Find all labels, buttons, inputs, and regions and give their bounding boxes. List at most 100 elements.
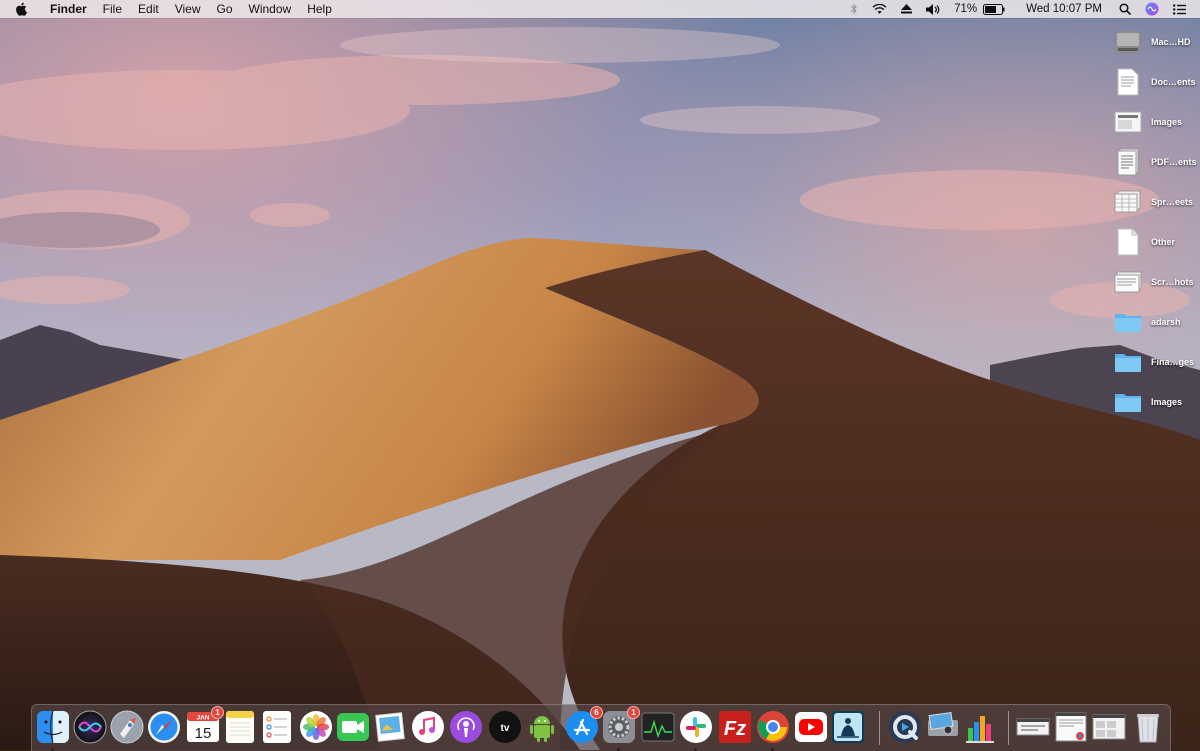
music-note-icon	[412, 711, 444, 743]
desktop-item-spreadsheets[interactable]: Spr…eets	[1108, 184, 1200, 220]
dock-music[interactable]	[411, 710, 445, 744]
dock-youtube[interactable]	[794, 710, 828, 744]
menu-edit[interactable]: Edit	[130, 0, 167, 18]
quicktime-icon	[889, 711, 921, 743]
svg-text:Fz: Fz	[724, 718, 746, 740]
calendar-day: 15	[195, 725, 212, 742]
facetime-camera-icon	[337, 713, 369, 741]
battery-icon[interactable]	[983, 3, 1005, 15]
numbers-chart-icon	[966, 716, 994, 743]
apple-menu-icon[interactable]	[0, 2, 42, 16]
desktop-item-label: Images	[1151, 397, 1183, 407]
svg-text:tv: tv	[501, 723, 510, 734]
dock-numbers[interactable]	[963, 710, 997, 744]
dock-minimized-window-3[interactable]	[1092, 710, 1126, 744]
safari-compass-icon	[148, 711, 180, 743]
image-file-icon	[1113, 107, 1143, 137]
dock-safari[interactable]	[147, 710, 181, 744]
siri-icon	[73, 710, 107, 744]
finder-icon	[37, 710, 69, 744]
dock-trash[interactable]	[1131, 710, 1165, 744]
dock-notes[interactable]	[223, 710, 257, 744]
menu-go[interactable]: Go	[209, 0, 241, 18]
spreadsheet-icon	[1113, 187, 1143, 217]
system-preferences-badge: 1	[627, 706, 640, 719]
bluetooth-icon[interactable]	[850, 3, 858, 15]
dock-facetime[interactable]	[336, 710, 370, 744]
launchpad-rocket-icon	[110, 710, 144, 744]
preview-icon	[375, 712, 405, 742]
dock-separator	[879, 711, 880, 745]
desktop-wallpaper	[0, 0, 1200, 750]
spotlight-search-icon[interactable]	[1119, 3, 1131, 15]
photos-flower-icon	[300, 711, 332, 743]
menu-view[interactable]: View	[167, 0, 209, 18]
dock-minimized-window-2[interactable]	[1054, 710, 1088, 744]
menu-file[interactable]: File	[95, 0, 130, 18]
dock-chrome[interactable]	[756, 710, 790, 751]
dock-slack[interactable]	[679, 710, 713, 751]
calendar-month: JAN	[196, 715, 209, 722]
youtube-play-icon	[795, 712, 827, 742]
dock: JAN 15 1 tv 6 1 Fz	[31, 704, 1171, 751]
desktop-item-label: Doc…ents	[1151, 77, 1196, 87]
dock-quicktime[interactable]	[888, 710, 922, 744]
dock-minimized-window-1[interactable]	[1016, 710, 1050, 744]
menu-window[interactable]: Window	[241, 0, 300, 18]
dock-photos[interactable]	[299, 710, 333, 744]
dock-activity-monitor[interactable]	[641, 710, 675, 744]
hard-drive-icon	[1113, 27, 1143, 57]
battery-percentage: 71%	[954, 3, 978, 15]
reminders-icon	[263, 711, 291, 743]
menu-help[interactable]: Help	[299, 0, 340, 18]
document-icon	[1113, 67, 1143, 97]
window-thumbnail-icon	[1092, 714, 1126, 740]
siri-icon[interactable]	[1145, 2, 1159, 16]
desktop-item-label: Images	[1151, 117, 1183, 127]
dock-android-studio[interactable]	[525, 710, 559, 744]
desktop-item-screenshots[interactable]: Scr…hots	[1108, 264, 1200, 300]
dock-separator	[1008, 711, 1009, 745]
apple-tv-icon: tv	[489, 711, 521, 743]
clock[interactable]: Wed 10:07 PM	[1026, 3, 1102, 15]
eject-icon[interactable]	[901, 4, 913, 14]
desktop-item-label: PDF…ents	[1151, 157, 1197, 167]
screenshot-icon	[1113, 267, 1143, 297]
menu-app-name[interactable]: Finder	[42, 0, 95, 18]
window-thumbnail-icon	[1055, 712, 1087, 742]
dock-app-store[interactable]: 6	[565, 706, 603, 744]
trash-icon	[1137, 714, 1159, 743]
notification-center-icon[interactable]	[1173, 3, 1186, 15]
dock-preview[interactable]	[373, 710, 407, 744]
desktop-item-images[interactable]: Images	[1108, 104, 1200, 140]
desktop-item-final-images[interactable]: Fina…ges	[1108, 344, 1200, 380]
menu-bar: Finder File Edit View Go Window Help 71%…	[0, 0, 1200, 18]
dock-filezilla[interactable]: Fz	[718, 710, 752, 744]
dock-finder[interactable]	[36, 710, 70, 751]
dock-apple-tv[interactable]: tv	[488, 710, 522, 744]
blank-document-icon	[1113, 227, 1143, 257]
desktop-item-documents[interactable]: Doc…ents	[1108, 64, 1200, 100]
folder-icon	[1113, 387, 1143, 417]
chrome-icon	[757, 711, 789, 743]
volume-icon[interactable]	[926, 3, 941, 15]
dock-launchpad[interactable]	[110, 710, 144, 744]
desktop-item-images-folder[interactable]: Images	[1108, 384, 1200, 420]
dock-siri[interactable]	[73, 710, 107, 744]
dock-system-preferences[interactable]: 1	[602, 706, 640, 751]
desktop-item-other[interactable]: Other	[1108, 224, 1200, 260]
pdf-stack-icon	[1113, 147, 1143, 177]
desktop-item-pdf-documents[interactable]: PDF…ents	[1108, 144, 1200, 180]
dock-calendar[interactable]: JAN 15 1	[186, 706, 224, 744]
folder-icon	[1113, 347, 1143, 377]
wifi-icon[interactable]	[872, 3, 887, 15]
dock-kindle[interactable]	[831, 710, 865, 744]
activity-monitor-icon	[641, 712, 675, 742]
dock-podcasts[interactable]	[449, 710, 483, 744]
desktop-item-macintosh-hd[interactable]: Mac…HD	[1108, 24, 1200, 60]
dock-image-capture[interactable]	[926, 710, 960, 744]
desktop-item-adarsh[interactable]: adarsh	[1108, 304, 1200, 340]
desktop-item-label: Scr…hots	[1151, 277, 1194, 287]
desktop-item-label: Spr…eets	[1151, 197, 1194, 207]
dock-reminders[interactable]	[260, 710, 294, 744]
